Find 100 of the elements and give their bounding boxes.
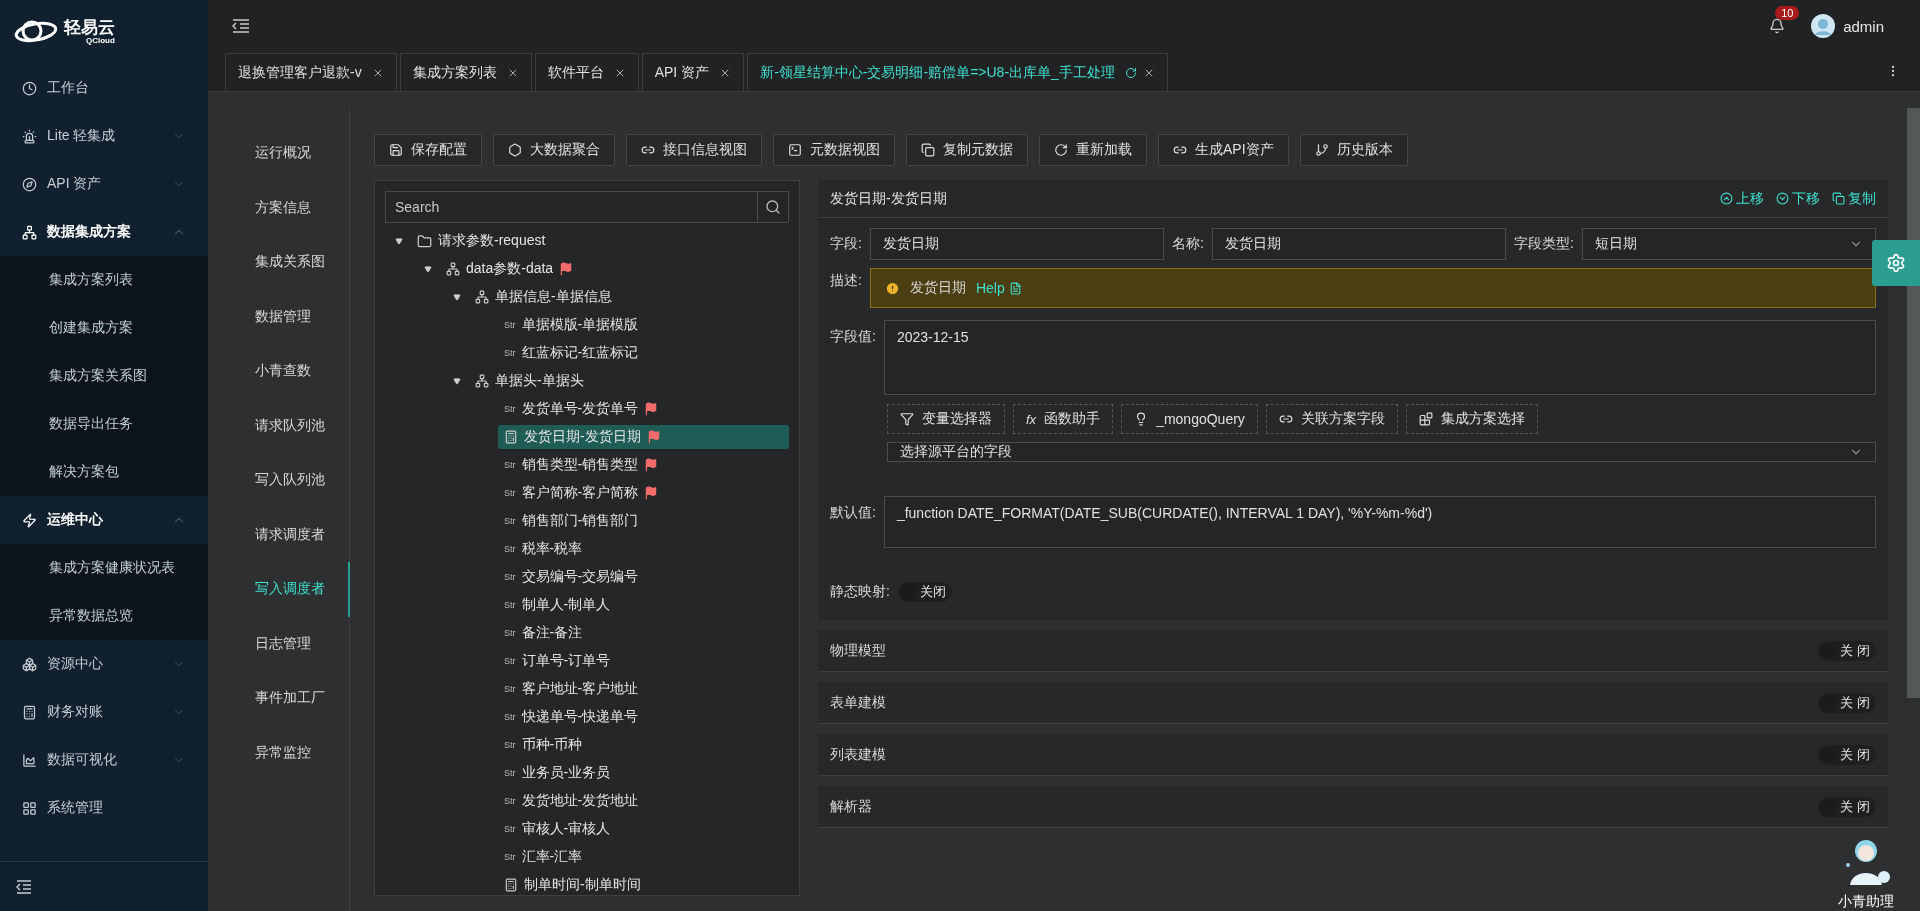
tree-node[interactable]: 制单时间-制单时间 xyxy=(498,873,789,895)
tree-node[interactable]: Str 订单号-订单号 xyxy=(498,649,789,673)
section-tab[interactable]: 小青查数 xyxy=(208,344,350,399)
tab[interactable]: 集成方案列表 xyxy=(399,53,532,91)
default-input[interactable]: _function DATE_FORMAT(DATE_SUB(CURDATE(), INTERVAL 1 DAY), '%Y-%m-%d') xyxy=(883,496,1876,548)
menu-item[interactable]: 工作台 xyxy=(0,64,208,112)
menu-item[interactable]: Lite 轻集成 xyxy=(0,112,208,160)
toggle-switch[interactable]: 关 闭 xyxy=(1818,640,1876,661)
source-field-select[interactable]: 选择源平台的字段 xyxy=(887,442,1876,462)
caret-icon[interactable] xyxy=(422,265,434,273)
helper-button[interactable]: 集成方案选择 xyxy=(1405,404,1538,434)
tab[interactable]: 新-领星结算中心-交易明细-赔偿单=>U8-出库单_手工处理 xyxy=(747,53,1168,91)
tree-node[interactable]: Str 备注-备注 xyxy=(498,621,789,645)
tree-node[interactable]: data参数-data xyxy=(440,257,789,281)
bell-icon[interactable] xyxy=(1769,18,1786,34)
toolbar-button[interactable]: 保存配置 xyxy=(374,134,482,166)
tree-node[interactable]: Str 业务员-业务员 xyxy=(498,761,789,785)
menu-item[interactable]: API 资产 xyxy=(0,160,208,208)
field-input[interactable]: 发货日期 xyxy=(869,228,1164,260)
caret-icon[interactable] xyxy=(451,377,463,385)
toolbar-button[interactable]: 复制元数据 xyxy=(906,134,1028,166)
tree-node[interactable]: Str 币种-币种 xyxy=(498,733,789,757)
toggle-switch[interactable]: 关闭 xyxy=(897,582,952,602)
section-tab[interactable]: 请求调度者 xyxy=(208,507,350,562)
toggle-switch[interactable]: 关 闭 xyxy=(1818,692,1876,713)
search-button[interactable] xyxy=(757,191,789,223)
section-tab[interactable]: 请求队列池 xyxy=(208,398,350,453)
caret-icon[interactable] xyxy=(393,237,405,245)
collapse-menu-icon[interactable] xyxy=(16,879,32,894)
refresh-icon[interactable] xyxy=(1124,66,1137,79)
section-tab[interactable]: 数据管理 xyxy=(208,289,350,344)
menu-item[interactable]: 数据可视化 xyxy=(0,736,208,784)
submenu-item[interactable]: 解决方案包 xyxy=(0,448,208,496)
submenu-item[interactable]: 集成方案健康状况表 xyxy=(0,544,208,592)
tree-node[interactable]: Str 发货单号-发货单号 xyxy=(498,397,789,421)
toolbar-button[interactable]: 历史版本 xyxy=(1299,134,1408,166)
submenu-item[interactable]: 集成方案列表 xyxy=(0,256,208,304)
tree-node[interactable]: Str 销售类型-销售类型 xyxy=(498,453,789,477)
tree-node[interactable]: Str 销售部门-销售部门 xyxy=(498,509,789,533)
section-tab[interactable]: 方案信息 xyxy=(208,180,350,235)
value-input[interactable]: 2023-12-15 xyxy=(883,320,1876,395)
section-tab[interactable]: 事件加工厂 xyxy=(208,671,350,726)
toggle-switch[interactable]: 关 闭 xyxy=(1818,796,1876,817)
menu-item[interactable]: 财务对账 xyxy=(0,688,208,736)
menu-item[interactable]: 数据集成方案 xyxy=(0,208,208,256)
submenu-item[interactable]: 数据导出任务 xyxy=(0,400,208,448)
action-link[interactable]: 上移 xyxy=(1720,189,1764,208)
reload-icon xyxy=(1054,143,1068,157)
tree-node[interactable]: 单据头-单据头 xyxy=(469,369,789,393)
section-tab[interactable]: 异常监控 xyxy=(208,725,350,780)
tree-node[interactable]: 请求参数-request xyxy=(411,229,789,253)
tree-node[interactable]: 发货日期-发货日期 xyxy=(498,425,789,449)
tree-node[interactable]: 单据信息-单据信息 xyxy=(469,285,789,309)
section-tab[interactable]: 写入队列池 xyxy=(208,453,350,508)
menu-item[interactable]: 运维中心 xyxy=(0,496,208,544)
help-link[interactable]: Help xyxy=(975,280,1022,296)
section-tab[interactable]: 集成关系图 xyxy=(208,235,350,290)
tab[interactable]: 软件平台 xyxy=(534,53,639,91)
action-link[interactable]: 复制 xyxy=(1832,189,1876,208)
helper-button[interactable]: 关联方案字段 xyxy=(1265,404,1398,434)
toolbar-button[interactable]: 大数据聚合 xyxy=(493,134,615,166)
submenu-item[interactable]: 异常数据总览 xyxy=(0,592,208,640)
tree-node[interactable]: Str 发货地址-发货地址 xyxy=(498,789,789,813)
helper-button[interactable]: _mongoQuery xyxy=(1121,404,1258,434)
tree-node[interactable]: Str 交易编号-交易编号 xyxy=(498,565,789,589)
toolbar-button[interactable]: 重新加载 xyxy=(1039,134,1147,166)
settings-button[interactable] xyxy=(1872,240,1920,286)
toggle-switch[interactable]: 关 闭 xyxy=(1818,744,1876,765)
avatar-icon[interactable] xyxy=(1811,14,1836,38)
tree-node[interactable]: Str 红蓝标记-红蓝标记 xyxy=(498,341,789,365)
tree-node[interactable]: Str 审核人-审核人 xyxy=(498,817,789,841)
tree-node[interactable]: Str 汇率-汇率 xyxy=(498,845,789,869)
assistant-label[interactable]: 小青助理 xyxy=(1838,893,1894,911)
tree-node[interactable]: Str 税率-税率 xyxy=(498,537,789,561)
section-tab[interactable]: 日志管理 xyxy=(208,616,350,671)
tree-node[interactable]: Str 单据模版-单据模版 xyxy=(498,313,789,337)
menu-item[interactable]: 系统管理 xyxy=(0,784,208,832)
section-tab[interactable]: 运行概况 xyxy=(208,126,350,181)
collapse-menu-icon[interactable] xyxy=(232,19,250,33)
name-input[interactable]: 发货日期 xyxy=(1211,228,1506,260)
tree-node[interactable]: Str 快递单号-快递单号 xyxy=(498,705,789,729)
search-field[interactable]: Search xyxy=(385,191,757,223)
user-name[interactable]: admin xyxy=(1843,17,1884,35)
toolbar-button[interactable]: 元数据视图 xyxy=(773,134,895,166)
helper-button[interactable]: fx 函数助手 xyxy=(1013,404,1114,434)
section-tab[interactable]: 写入调度者 xyxy=(208,562,350,617)
menu-item[interactable]: 资源中心 xyxy=(0,640,208,688)
type-select[interactable]: 短日期 xyxy=(1581,228,1876,260)
tab[interactable]: 退换管理客户退款-v xyxy=(225,53,397,91)
tree-node[interactable]: Str 客户地址-客户地址 xyxy=(498,677,789,701)
toolbar-button[interactable]: 生成API资产 xyxy=(1158,134,1289,166)
submenu-item[interactable]: 创建集成方案 xyxy=(0,304,208,352)
tree-node[interactable]: Str 客户简称-客户简称 xyxy=(498,481,789,505)
tree-node[interactable]: Str 制单人-制单人 xyxy=(498,593,789,617)
submenu-item[interactable]: 集成方案关系图 xyxy=(0,352,208,400)
toolbar-button[interactable]: 接口信息视图 xyxy=(626,134,762,166)
action-link[interactable]: 下移 xyxy=(1776,189,1820,208)
caret-icon[interactable] xyxy=(451,293,463,301)
helper-button[interactable]: 变量选择器 xyxy=(887,404,1005,434)
tab[interactable]: API 资产 xyxy=(641,53,745,91)
